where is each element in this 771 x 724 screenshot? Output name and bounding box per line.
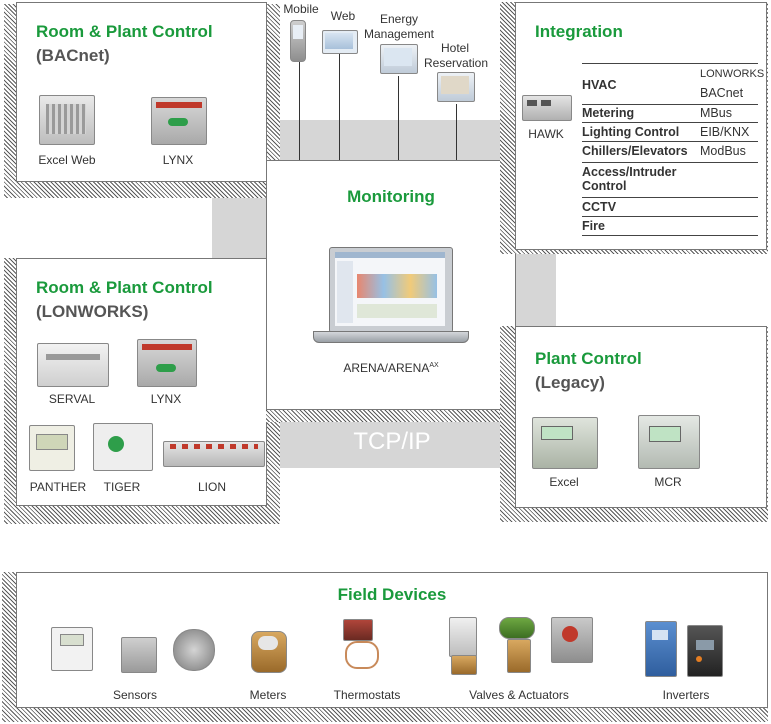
monitoring-title: Monitoring [347,187,435,206]
bacnet-subtitle: (BACnet) [36,46,110,65]
integration-row-name: Access/Intruder Control [582,165,677,193]
excel-web-device-image [39,95,95,145]
lonworks-title: Room & Plant Control [36,278,213,297]
panther-label: PANTHER [29,480,87,494]
lonworks-box: Room & Plant Control (LONWORKS) SERVAL L… [16,258,267,506]
serval-label: SERVAL [48,392,96,406]
integration-row-value: LONWORKS [700,68,765,80]
integration-title: Integration [535,22,623,41]
valve-2-body-image [507,639,531,673]
integration-row-name: Chillers/Elevators [582,144,688,158]
energy-label-line1: Energy [379,12,419,26]
meters-label: Meters [249,688,287,702]
integration-row-name: Lighting Control [582,125,680,139]
hotel-monitor-icon [437,72,475,102]
integration-row-access: Access/Intruder Control [582,163,758,198]
panther-device-image [29,425,75,471]
inverter-2-image [687,625,723,677]
thermostat-image [343,619,373,641]
lion-device-image [163,441,265,467]
integration-row-lighting: Lighting Control EIB/KNX [582,123,758,142]
valve-2-image [499,617,535,639]
actuator-image [551,617,593,663]
thermostat-capillary-image [345,641,379,669]
lynx-device-image [151,97,207,145]
arena-label: ARENA/ARENAAX [267,361,515,375]
laptop-icon [322,30,358,54]
mcr-label: MCR [654,475,682,489]
valve-1-image [449,617,477,657]
lion-label: LION [197,480,226,494]
integration-row-fire: Fire [582,217,758,236]
integration-row-cctv: CCTV [582,198,758,217]
bacnet-title: Room & Plant Control [36,22,213,41]
tiger-label: TIGER [103,480,141,494]
monitoring-box: Monitoring ARENA/ARENAAX [266,160,516,410]
integration-row-name: HVAC [582,78,617,92]
field-title: Field Devices [337,585,447,604]
serval-device-image [37,343,109,387]
hawk-label: HAWK [528,127,564,141]
integration-box: Integration HAWK HVAC LONWORKS BACnet Me… [515,2,767,250]
hotel-label-line1: Hotel [440,41,469,55]
hawk-device-image [522,95,572,121]
room-sensor-image [51,627,93,671]
left-bus [212,190,267,260]
inverter-1-image [645,621,677,677]
lynx-label: LYNX [162,153,194,167]
mobile-connector [299,62,300,160]
integration-row-value: MBus [700,106,732,120]
field-box: Field Devices Sensors Meters Thermostats… [16,572,768,708]
top-bus [266,120,516,160]
excel-web-label: Excel Web [38,153,96,167]
valves-actuators-label: Valves & Actuators [469,688,569,702]
duct-sensor-image [121,637,157,673]
integration-row-value: BACnet [700,86,744,100]
legacy-subtitle: (Legacy) [535,373,605,392]
right-bus [516,250,556,330]
web-connector [339,54,340,160]
excel-legacy-label: Excel [549,475,579,489]
integration-row-value: ModBus [700,144,746,158]
energy-connector [398,76,399,160]
lonworks-lynx-label: LYNX [150,392,182,406]
arena-label-superscript: AX [429,362,439,369]
hotel-label-line2: Reservation [423,56,489,70]
integration-row-name: CCTV [582,200,617,214]
tcpip-label: TCP/IP [353,428,431,455]
integration-row-metering: Metering MBus [582,104,758,123]
bacnet-box: Room & Plant Control (BACnet) Excel Web … [16,2,267,182]
energy-monitor-icon [380,44,418,74]
hotel-connector [456,104,457,160]
mcr-device-image [638,415,700,469]
energy-label-line2: Management [363,27,435,41]
web-label: Web [330,9,356,23]
legacy-box: Plant Control (Legacy) Excel MCR [515,326,767,508]
excel-legacy-device-image [532,417,598,469]
lonworks-subtitle: (LONWORKS) [36,302,149,321]
integration-row-name: Fire [582,219,605,233]
pressure-sensor-image [173,629,215,671]
valve-1-body-image [451,655,477,675]
integration-row-hvac: HVAC LONWORKS BACnet [582,63,764,105]
sensors-label: Sensors [112,688,158,702]
tiger-device-image [93,423,153,471]
arena-laptop-image [313,247,469,347]
legacy-title: Plant Control [535,349,642,368]
integration-row-name: Metering [582,106,635,120]
inverters-label: Inverters [662,688,710,702]
integration-row-value: EIB/KNX [700,125,750,139]
arena-label-text: ARENA/ARENA [343,361,430,375]
mobile-phone-icon [290,20,306,62]
mobile-label: Mobile [283,2,319,16]
thermostats-label: Thermostats [333,688,401,702]
integration-row-chillers: Chillers/Elevators ModBus [582,142,758,163]
lonworks-lynx-device-image [137,339,197,387]
water-meter-image [251,631,287,673]
